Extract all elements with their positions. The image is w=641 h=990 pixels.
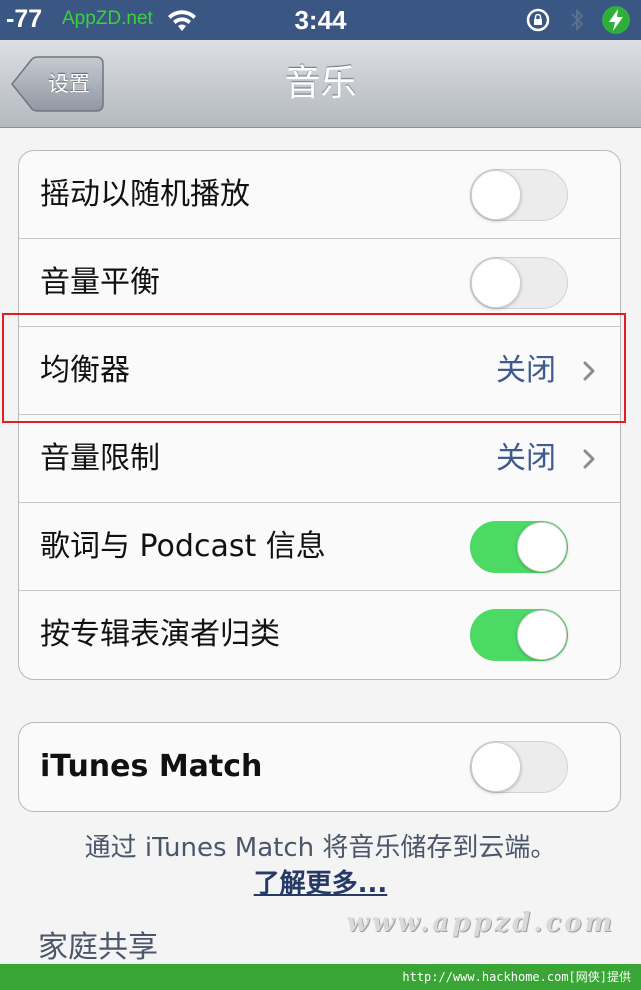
bottom-banner-text: http://www.hackhome.com[网侠]提供: [402, 970, 631, 984]
toggle-knob: [471, 742, 521, 792]
back-button-label: 设置: [48, 72, 90, 96]
row-label: 歌词与 Podcast 信息: [40, 529, 326, 564]
toggle-knob: [471, 258, 521, 308]
back-button[interactable]: 设置: [10, 56, 104, 112]
watermark: www.appzd.com: [346, 908, 615, 938]
toggle-knob: [471, 170, 521, 220]
navigation-bar: 音乐 设置: [0, 40, 641, 128]
learn-more-link[interactable]: 了解更多...: [0, 863, 641, 900]
chevron-right-icon: [583, 449, 595, 469]
shake-to-shuffle-toggle[interactable]: [470, 169, 568, 221]
group-by-album-artist-toggle[interactable]: [470, 609, 568, 661]
toggle-knob: [517, 610, 567, 660]
row-shake-to-shuffle: 摇动以随机播放: [19, 151, 620, 239]
row-label: 按专辑表演者归类: [40, 617, 280, 652]
itunes-match-group: iTunes Match: [18, 722, 621, 812]
highlight-box: [2, 313, 626, 423]
bluetooth-icon: [571, 8, 584, 32]
status-bar: -77 AppZD.net 3:44: [0, 0, 641, 40]
lyrics-podcast-info-toggle[interactable]: [470, 521, 568, 573]
row-itunes-match: iTunes Match: [19, 723, 620, 811]
toggle-knob: [517, 522, 567, 572]
row-label: iTunes Match: [40, 749, 263, 784]
row-group-by-album-artist: 按专辑表演者归类: [19, 591, 620, 679]
itunes-match-toggle[interactable]: [470, 741, 568, 793]
row-lyrics-podcast-info: 歌词与 Podcast 信息: [19, 503, 620, 591]
rotation-lock-icon: [526, 8, 550, 32]
battery-charging-icon: [602, 6, 630, 34]
itunes-match-footer: 通过 iTunes Match 将音乐储存到云端。: [84, 833, 557, 863]
sound-check-toggle[interactable]: [470, 257, 568, 309]
home-sharing-header: 家庭共享: [38, 930, 158, 965]
volume-limit-value: 关闭: [496, 441, 556, 476]
row-volume-limit[interactable]: 音量限制 关闭: [19, 415, 620, 503]
row-label: 音量限制: [40, 441, 160, 476]
row-label: 摇动以随机播放: [40, 177, 250, 212]
bottom-banner: http://www.hackhome.com[网侠]提供: [0, 964, 641, 990]
